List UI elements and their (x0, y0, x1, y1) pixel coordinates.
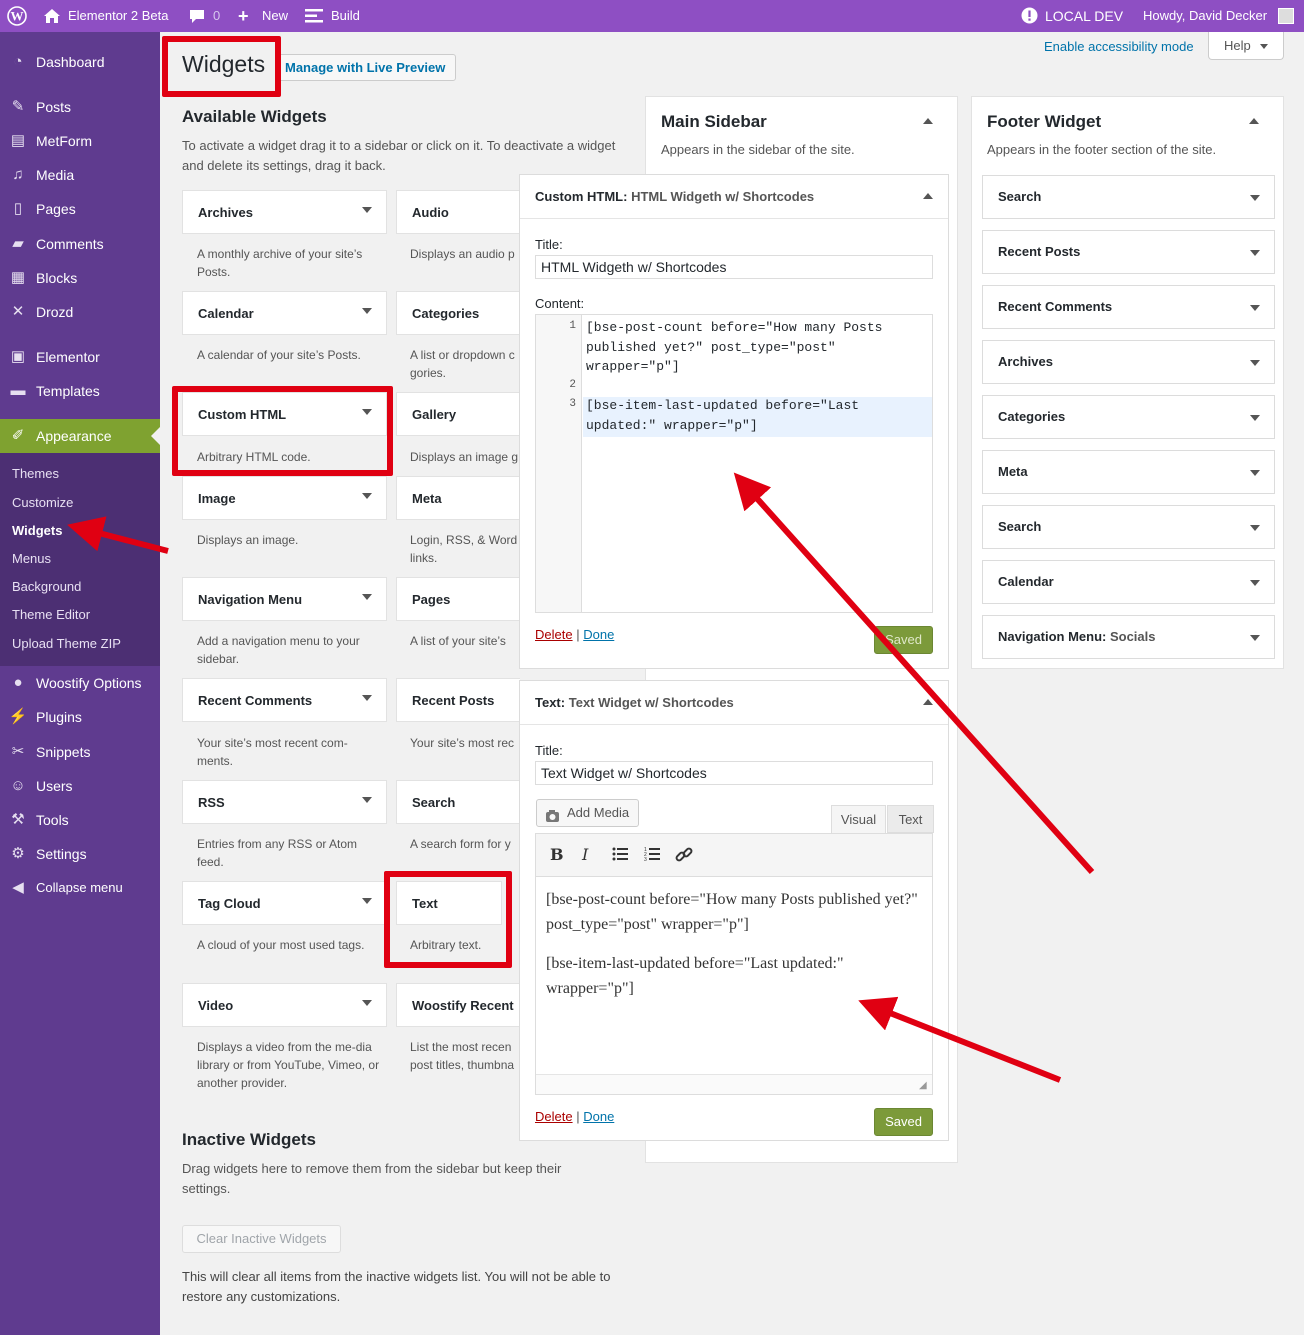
arrow-to-html-code (733, 472, 1095, 875)
arrow-to-widgets-menu (67, 516, 169, 554)
annotation-arrows (67, 472, 1095, 1083)
arrow-to-text-content (858, 996, 1062, 1083)
